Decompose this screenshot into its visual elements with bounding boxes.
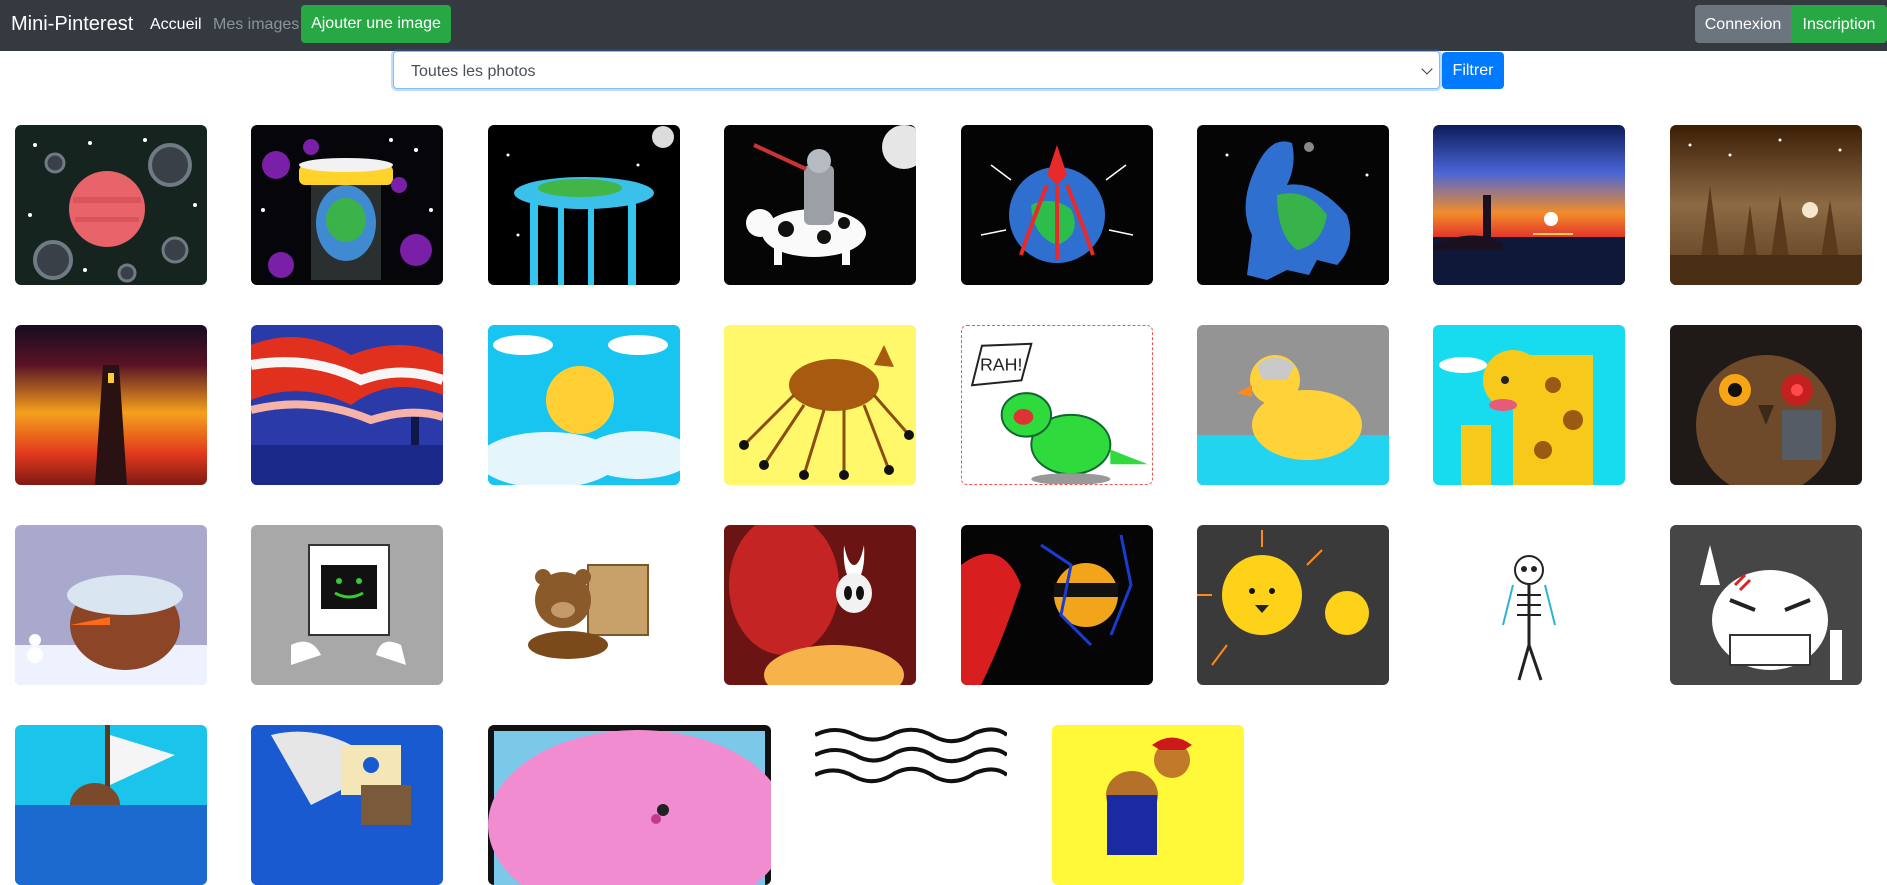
earth-jar-space-icon[interactable] xyxy=(251,125,443,285)
navbar: Mini-Pinterest Accueil Mes images Ajoute… xyxy=(0,0,1887,51)
signup-button[interactable]: Inscription xyxy=(1791,5,1887,43)
brand-link[interactable]: Mini-Pinterest xyxy=(11,11,133,37)
spider-horse-icon[interactable] xyxy=(724,325,916,485)
svg-text:RAH!: RAH! xyxy=(980,354,1022,374)
filter-button[interactable]: Filtrer xyxy=(1442,52,1504,89)
snowman-bird-icon[interactable] xyxy=(15,525,207,685)
planet-space-icon[interactable] xyxy=(15,125,207,285)
nav-link-home[interactable]: Accueil xyxy=(150,15,202,35)
black-white-pattern-icon[interactable] xyxy=(815,725,1007,885)
sailing-ship-icon[interactable] xyxy=(251,725,443,885)
sun-family-icon[interactable] xyxy=(1197,525,1389,685)
pirate-ship-icon[interactable] xyxy=(15,725,207,885)
dinosaur-rah-icon[interactable]: RAH! xyxy=(961,325,1153,485)
sun-clouds-icon[interactable] xyxy=(488,325,680,485)
pink-creature-icon[interactable] xyxy=(488,725,771,885)
squid-planet-icon[interactable] xyxy=(961,125,1153,285)
duck-cyborg-icon[interactable] xyxy=(1197,325,1389,485)
cyborg-owl-icon[interactable] xyxy=(1670,325,1862,485)
nav-link-my-images[interactable]: Mes images xyxy=(213,15,299,35)
flat-earth-waterfall-icon[interactable] xyxy=(488,125,680,285)
add-image-button[interactable]: Ajouter une image xyxy=(301,5,451,43)
earth-dinosaur-icon[interactable] xyxy=(1197,125,1389,285)
skeleton-icon[interactable] xyxy=(1433,525,1625,685)
dark-tower-sunset-icon[interactable] xyxy=(15,325,207,485)
angry-skull-icon[interactable] xyxy=(1670,525,1862,685)
category-select[interactable]: Toutes les photos xyxy=(393,51,1440,89)
chevron-down-icon xyxy=(1421,63,1433,75)
stormy-sea-icon[interactable] xyxy=(251,325,443,485)
dark-moon-icon[interactable] xyxy=(961,525,1153,685)
hollow-knight-icon[interactable] xyxy=(724,525,916,685)
lighthouse-sunset-icon[interactable] xyxy=(1433,125,1625,285)
category-select-value: Toutes les photos xyxy=(411,63,536,80)
forest-moon-icon[interactable] xyxy=(1670,125,1862,285)
login-button[interactable]: Connexion xyxy=(1695,5,1791,43)
knight-riding-cow-icon[interactable] xyxy=(724,125,916,285)
rooster-cowboy-icon[interactable] xyxy=(1052,725,1244,885)
box-bear-icon[interactable] xyxy=(488,525,680,685)
giraffe-icon[interactable] xyxy=(1433,325,1625,485)
computer-robot-icon[interactable] xyxy=(251,525,443,685)
